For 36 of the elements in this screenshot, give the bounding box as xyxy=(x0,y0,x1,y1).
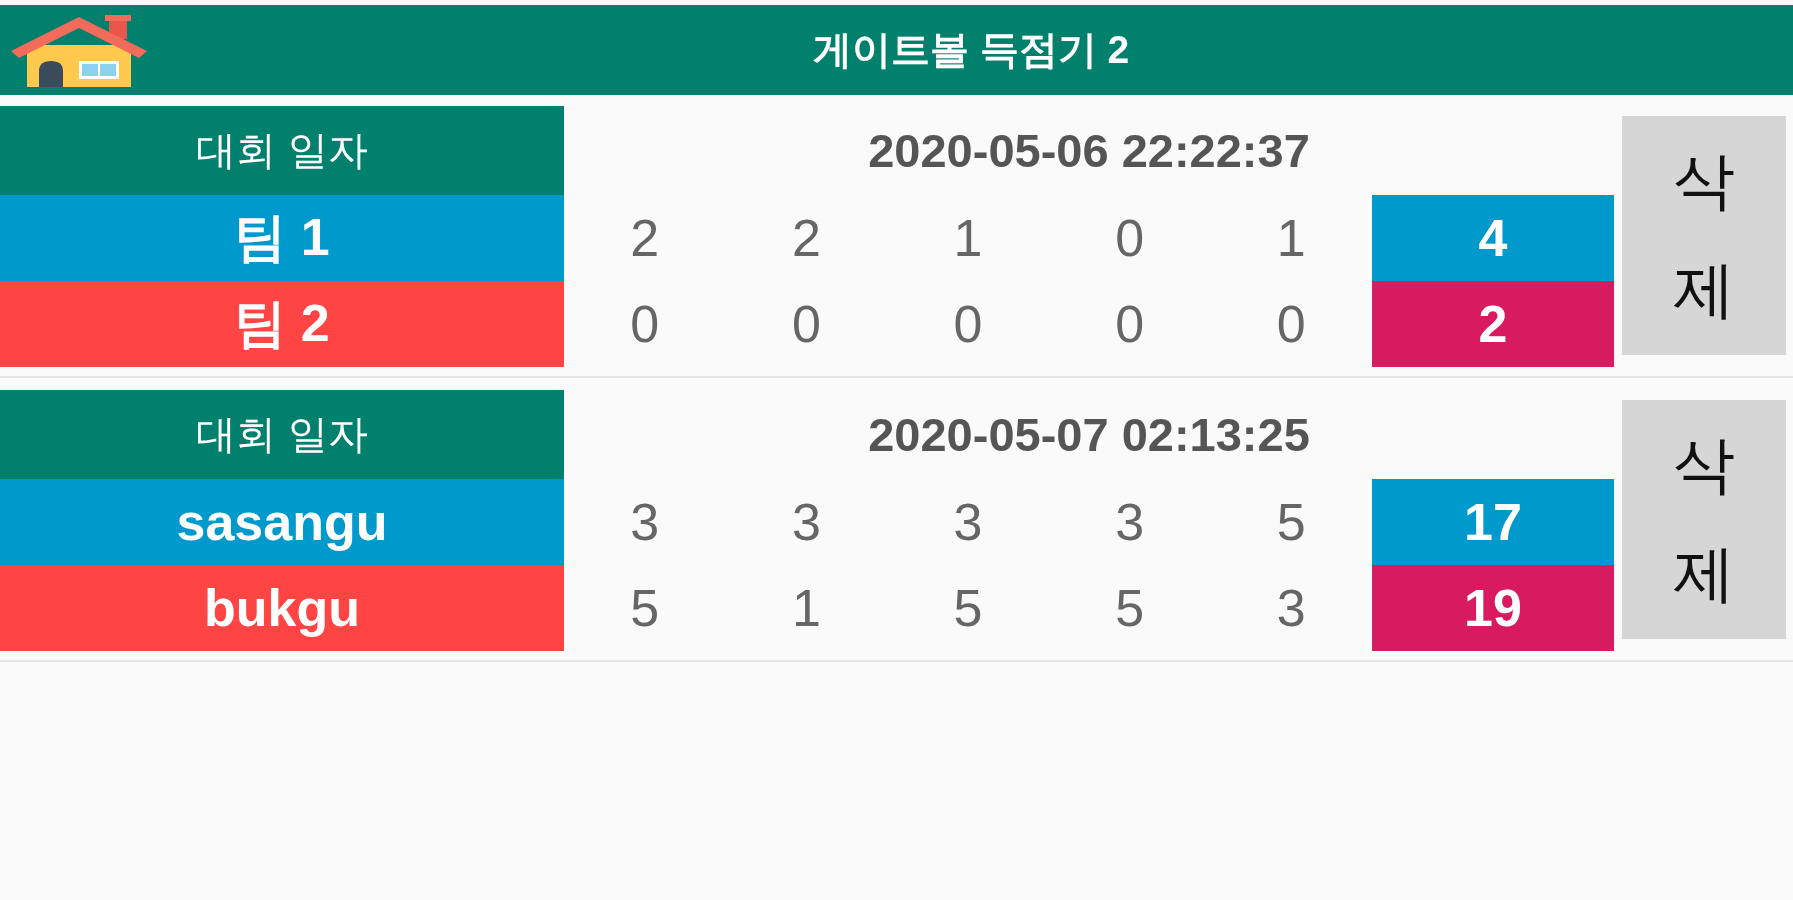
game-date: 2020-05-06 22:22:37 xyxy=(868,123,1310,178)
round-score: 0 xyxy=(1115,208,1145,268)
total-score: 19 xyxy=(1372,565,1614,651)
delete-button[interactable]: 삭제 xyxy=(1622,400,1786,639)
app-title: 게이트볼 득점기 2 xyxy=(812,27,1130,73)
team-name: sasangu xyxy=(0,479,564,565)
round-score: 0 xyxy=(1115,294,1145,354)
total-score: 17 xyxy=(1372,479,1614,565)
total-score: 4 xyxy=(1372,195,1614,281)
date-label: 대회 일자 xyxy=(0,390,564,479)
team-name: 팀 1 xyxy=(0,195,564,281)
round-score: 1 xyxy=(1276,208,1306,268)
round-score: 0 xyxy=(1276,294,1306,354)
round-score: 2 xyxy=(791,208,821,268)
round-score: 3 xyxy=(1276,578,1306,638)
round-score: 3 xyxy=(953,492,983,552)
round-score: 5 xyxy=(953,578,983,638)
round-score: 2 xyxy=(630,208,660,268)
round-score: 3 xyxy=(791,492,821,552)
house-icon[interactable] xyxy=(9,13,149,87)
date-label: 대회 일자 xyxy=(0,106,564,195)
round-score: 5 xyxy=(1276,492,1306,552)
round-score: 0 xyxy=(630,294,660,354)
round-score: 3 xyxy=(1115,492,1145,552)
round-score: 5 xyxy=(1115,578,1145,638)
delete-button[interactable]: 삭제 xyxy=(1622,116,1786,355)
round-score: 1 xyxy=(953,208,983,268)
team-name: bukgu xyxy=(0,565,564,651)
team-name: 팀 2 xyxy=(0,281,564,367)
total-score: 2 xyxy=(1372,281,1614,367)
game-date: 2020-05-07 02:13:25 xyxy=(868,407,1310,462)
round-score: 0 xyxy=(791,294,821,354)
round-score: 0 xyxy=(953,294,983,354)
round-score: 5 xyxy=(630,578,660,638)
round-score: 3 xyxy=(630,492,660,552)
round-score: 1 xyxy=(791,578,821,638)
